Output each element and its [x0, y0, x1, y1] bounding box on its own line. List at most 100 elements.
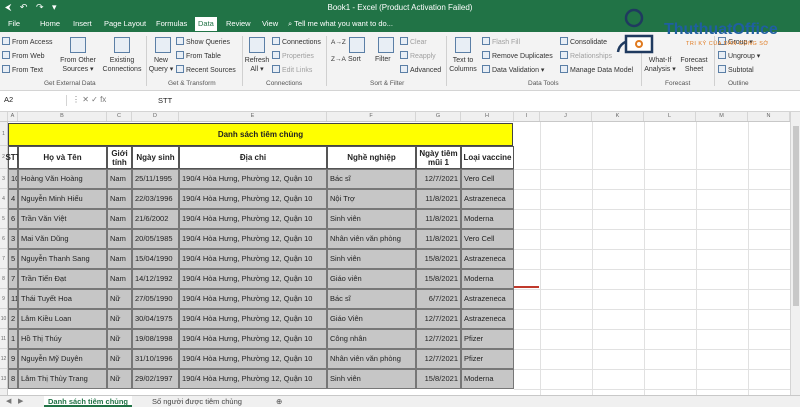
table-cell[interactable]: Vero Cell — [461, 229, 514, 249]
advanced-button[interactable]: Advanced — [400, 65, 441, 74]
column-header-i[interactable]: I — [514, 112, 540, 121]
manage-data-model-button[interactable]: Manage Data Model — [560, 65, 633, 74]
tab-page-layout[interactable]: Page Layout — [104, 19, 146, 28]
filter-button[interactable]: Filter — [375, 56, 391, 63]
column-header-g[interactable]: G — [416, 112, 461, 121]
table-cell[interactable]: Công nhân — [327, 329, 416, 349]
table-cell[interactable]: Nam — [107, 229, 132, 249]
table-cell[interactable]: 15/04/1990 — [132, 249, 179, 269]
table-cell[interactable]: Pfizer — [461, 349, 514, 369]
table-cell[interactable]: 10 — [8, 169, 18, 189]
table-cell[interactable]: Nguyễn Minh Hiếu — [18, 189, 107, 209]
row-header[interactable]: 9 — [0, 289, 8, 309]
from-web-button[interactable]: From Web — [2, 51, 45, 60]
table-cell[interactable]: 6 — [8, 209, 18, 229]
table-cell[interactable]: 1 — [8, 329, 18, 349]
table-cell[interactable]: Nam — [107, 269, 132, 289]
row-header[interactable]: 6 — [0, 229, 8, 249]
header-nghe-nghiep[interactable]: Nghề nghiệp — [327, 146, 416, 169]
table-cell[interactable]: 27/05/1990 — [132, 289, 179, 309]
table-cell[interactable]: Lâm Thị Thùy Trang — [18, 369, 107, 389]
table-cell[interactable]: 15/8/2021 — [416, 249, 461, 269]
column-header-k[interactable]: K — [592, 112, 644, 121]
properties-button[interactable]: Properties — [272, 51, 314, 60]
header-dia-chi[interactable]: Địa chỉ — [179, 146, 327, 169]
scrollbar-thumb[interactable] — [793, 126, 799, 306]
table-cell[interactable]: Sinh viên — [327, 209, 416, 229]
table-cell[interactable]: 5 — [8, 249, 18, 269]
header-ho-ten[interactable]: Họ và Tên — [18, 146, 107, 169]
table-cell[interactable]: Thái Tuyết Hoa — [18, 289, 107, 309]
table-cell[interactable]: 11/8/2021 — [416, 229, 461, 249]
table-cell[interactable]: 21/6/2002 — [132, 209, 179, 229]
tab-view[interactable]: View — [262, 19, 278, 28]
add-sheet-icon[interactable]: ⊕ — [272, 396, 286, 407]
table-cell[interactable]: 190/4 Hòa Hưng, Phường 12, Quận 10 — [179, 209, 327, 229]
table-cell[interactable]: Sinh viên — [327, 369, 416, 389]
table-cell[interactable]: 12/7/2021 — [416, 169, 461, 189]
tab-file[interactable]: File — [8, 19, 20, 28]
tab-home[interactable]: Home — [40, 19, 60, 28]
table-cell[interactable]: 30/04/1975 — [132, 309, 179, 329]
recent-sources-button[interactable]: Recent Sources — [176, 65, 236, 74]
text-to-columns-button[interactable]: Text to Columns — [448, 56, 478, 74]
sheet-tab-so-nguoi[interactable]: Số người được tiêm chủng — [148, 396, 246, 407]
table-cell[interactable]: Nam — [107, 249, 132, 269]
table-cell[interactable]: 190/4 Hòa Hưng, Phường 12, Quận 10 — [179, 369, 327, 389]
header-gioi-tinh[interactable]: Giới tính — [107, 146, 132, 169]
from-other-sources-button[interactable]: From Other Sources ▾ — [58, 56, 98, 74]
table-cell[interactable]: 190/4 Hòa Hưng, Phường 12, Quận 10 — [179, 169, 327, 189]
table-cell[interactable]: Nữ — [107, 369, 132, 389]
new-query-button[interactable]: New Query ▾ — [148, 56, 174, 74]
row-header[interactable]: 4 — [0, 189, 8, 209]
table-cell[interactable]: Pfizer — [461, 329, 514, 349]
column-header-a[interactable]: A — [8, 112, 18, 121]
edit-links-button[interactable]: Edit Links — [272, 65, 312, 74]
next-sheet-icon[interactable]: ▶ — [18, 397, 23, 405]
reapply-button[interactable]: Reapply — [400, 51, 436, 60]
table-cell[interactable]: 22/03/1996 — [132, 189, 179, 209]
tell-me-search[interactable]: ⌕ Tell me what you want to do... — [288, 19, 393, 29]
table-cell[interactable]: 190/4 Hòa Hưng, Phường 12, Quận 10 — [179, 189, 327, 209]
select-all-corner[interactable] — [0, 112, 8, 121]
row-header[interactable]: 5 — [0, 209, 8, 229]
table-cell[interactable]: Giáo Viên — [327, 309, 416, 329]
column-header-e[interactable]: E — [179, 112, 327, 121]
connections-button[interactable]: Connections — [272, 37, 321, 46]
formula-input[interactable]: STT — [158, 96, 172, 105]
table-cell[interactable]: Nhân viên văn phòng — [327, 349, 416, 369]
table-cell[interactable]: 190/4 Hòa Hưng, Phường 12, Quận 10 — [179, 289, 327, 309]
table-cell[interactable]: Lâm Kiều Loan — [18, 309, 107, 329]
column-header-j[interactable]: J — [540, 112, 592, 121]
sheet-tab-danh-sach[interactable]: Danh sách tiêm chủng — [44, 396, 133, 407]
table-cell[interactable]: Nữ — [107, 329, 132, 349]
header-ngay-tiem[interactable]: Ngày tiêm mũi 1 — [416, 146, 461, 169]
table-cell[interactable]: Nữ — [107, 289, 132, 309]
column-header-l[interactable]: L — [644, 112, 696, 121]
row-header[interactable]: 11 — [0, 329, 8, 349]
table-cell[interactable]: 11 — [8, 289, 18, 309]
table-cell[interactable]: Moderna — [461, 369, 514, 389]
table-cell[interactable]: 29/02/1997 — [132, 369, 179, 389]
tab-insert[interactable]: Insert — [73, 19, 92, 28]
header-ngay-sinh[interactable]: Ngày sinh — [132, 146, 179, 169]
existing-connections-button[interactable]: Existing Connections — [100, 56, 144, 74]
from-table-button[interactable]: From Table — [176, 51, 221, 60]
table-cell[interactable]: 2 — [8, 309, 18, 329]
refresh-all-button[interactable]: Refresh All ▾ — [244, 56, 270, 74]
row-header[interactable]: 1 — [0, 122, 8, 146]
table-cell[interactable]: 7 — [8, 269, 18, 289]
table-cell[interactable]: 12/7/2021 — [416, 329, 461, 349]
column-header-n[interactable]: N — [748, 112, 790, 121]
table-cell[interactable]: 12/7/2021 — [416, 349, 461, 369]
table-cell[interactable]: 15/8/2021 — [416, 269, 461, 289]
table-cell[interactable]: Nữ — [107, 309, 132, 329]
table-cell[interactable]: Hoàng Văn Hoàng — [18, 169, 107, 189]
table-cell[interactable]: Nhân viên văn phòng — [327, 229, 416, 249]
column-header-m[interactable]: M — [696, 112, 748, 121]
table-cell[interactable]: Moderna — [461, 209, 514, 229]
table-cell[interactable]: 6/7/2021 — [416, 289, 461, 309]
column-header-b[interactable]: B — [18, 112, 107, 121]
table-cell[interactable]: Hồ Thị Thúy — [18, 329, 107, 349]
formula-bar-icons[interactable]: ⋮ ✕ ✓ fx — [72, 95, 106, 104]
